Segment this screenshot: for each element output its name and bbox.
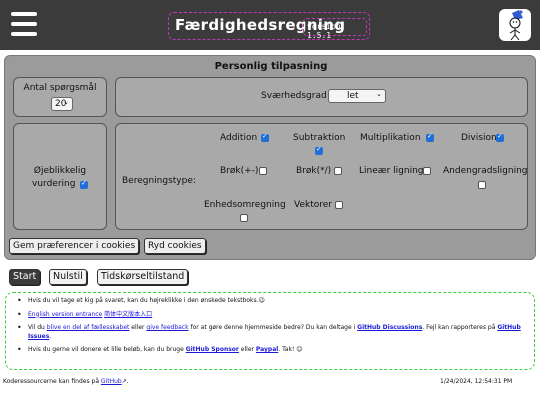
source-text: Koderessourcerne kan findes på [3, 378, 101, 385]
donate-text-c: . Tak! 😊 [278, 346, 303, 353]
english-version-link[interactable]: English version entrance [28, 311, 102, 318]
type-linear-equation-label: Lineær ligning [359, 166, 424, 176]
type-multiplication-checkbox[interactable] [426, 132, 434, 142]
type-fraction-addsub-label: Brøk(+-) [220, 166, 259, 176]
type-subtraction-label: Subtraktion [293, 133, 346, 143]
external-link-icon: ↗. [121, 378, 129, 385]
chevron-down-icon: ⌄ [63, 98, 69, 106]
type-division-checkbox[interactable] [496, 132, 504, 142]
instant-evaluation-section: Øjeblikkelig vurdering [13, 123, 107, 230]
give-feedback-link[interactable]: give feedback [146, 324, 188, 331]
save-cookies-button[interactable]: Gem præferencer i cookies [9, 238, 140, 254]
community-text-b: eller [129, 324, 147, 331]
type-addition-label: Addition [220, 133, 258, 143]
community-text-a: Vil du [28, 324, 47, 331]
type-fraction-muldiv-label: Brøk(*/) [296, 166, 332, 176]
reset-button[interactable]: Nulstil [49, 269, 87, 285]
difficulty-section: Sværhedsgrad let ⌄ [115, 77, 528, 117]
type-division-label: Division [461, 133, 497, 143]
type-addition-checkbox[interactable] [261, 132, 269, 142]
donate-text-b: eller [238, 346, 256, 353]
chinese-version-link[interactable]: 简体中文版本入口 [104, 311, 152, 318]
answer-hint-text: Hvis du vil tage et kig på svaret, kan d… [28, 297, 265, 304]
type-quadratic-equation-checkbox[interactable] [478, 181, 486, 189]
difficulty-label: Sværhedsgrad [261, 91, 327, 101]
paypal-link[interactable]: Paypal [256, 346, 278, 353]
title-frame: Færdighedsregning version: 1.5.1 [168, 12, 370, 40]
footer-timestamp: 1/24/2024, 12:54:31 PM [440, 378, 513, 385]
footer-source: Koderessourcerne kan findes på GitHub↗. [3, 378, 129, 385]
info-list: Hvis du vil tage et kig på svaret, kan d… [17, 297, 528, 360]
type-linear-equation-checkbox[interactable] [423, 167, 431, 175]
start-button[interactable]: Start [9, 269, 41, 285]
instant-evaluation-label-line1: Øjeblikkelig [33, 166, 87, 176]
hamburger-menu-icon[interactable] [11, 12, 37, 36]
difficulty-select[interactable]: let ⌄ [328, 89, 386, 103]
settings-title: Personlig tilpasning [214, 61, 328, 72]
type-unit-conversion-label: Enhedsomregning [204, 200, 286, 210]
info-item-answer-hint: Hvis du vil tage et kig på svaret, kan d… [17, 297, 528, 306]
github-discussions-link[interactable]: GitHub Discussions [357, 324, 422, 331]
time-mode-button[interactable]: Tidskørseltilstand [97, 269, 189, 285]
donate-text-a: Hvis du gerne vil donere et lille beløb,… [28, 346, 186, 353]
community-text-c: for at gøre denne hjemmeside bedre? Du k… [188, 324, 358, 331]
community-text-d: . Fejl kan rapporteres på [422, 324, 498, 331]
instant-evaluation-label-line2: vurdering [32, 179, 76, 189]
info-item-language: English version entrance 简体中文版本入口 [17, 311, 528, 320]
info-item-community: Vil du blive en del af fællesskabet elle… [17, 324, 528, 341]
settings-panel: Personlig tilpasning Antal spørgsmål 20 … [4, 55, 536, 260]
top-bar: Færdighedsregning version: 1.5.1 [0, 0, 540, 50]
calculation-type-section: Beregningstype: Addition Subtraktion Mul… [115, 123, 528, 230]
type-fraction-muldiv-checkbox[interactable] [334, 167, 342, 175]
type-fraction-addsub-checkbox[interactable] [259, 167, 267, 175]
clear-cookies-button[interactable]: Ryd cookies [144, 238, 206, 254]
question-count-section: Antal spørgsmål 20 ⌄ [13, 77, 107, 117]
type-vectors-label: Vektorer [294, 200, 332, 210]
version-label: version: 1.5.1 [307, 22, 346, 40]
github-source-link[interactable]: GitHub [101, 378, 122, 385]
calculation-type-label: Beregningstype: [122, 176, 196, 186]
type-unit-conversion-checkbox[interactable] [240, 214, 248, 222]
instant-evaluation-checkbox[interactable] [80, 179, 88, 189]
info-item-donate: Hvis du gerne vil donere et lille beløb,… [17, 346, 528, 355]
join-community-link[interactable]: blive en del af fællesskabet [47, 324, 130, 331]
github-sponsor-link[interactable]: GitHub Sponsor [186, 346, 239, 353]
info-box: Hvis du vil tage et kig på svaret, kan d… [5, 292, 535, 370]
mascot-avatar-icon[interactable] [499, 9, 531, 41]
type-subtraction-checkbox[interactable] [315, 145, 323, 155]
question-count-label: Antal spørgsmål [23, 83, 97, 93]
question-count-select[interactable]: 20 ⌄ [51, 97, 73, 111]
type-quadratic-equation-label: Andengradsligning [443, 166, 528, 176]
type-multiplication-label: Multiplikation [360, 133, 421, 143]
type-vectors-checkbox[interactable] [335, 201, 343, 209]
chevron-down-icon: ⌄ [376, 90, 382, 98]
community-text-e: . [49, 332, 52, 340]
difficulty-value: let [347, 91, 359, 101]
